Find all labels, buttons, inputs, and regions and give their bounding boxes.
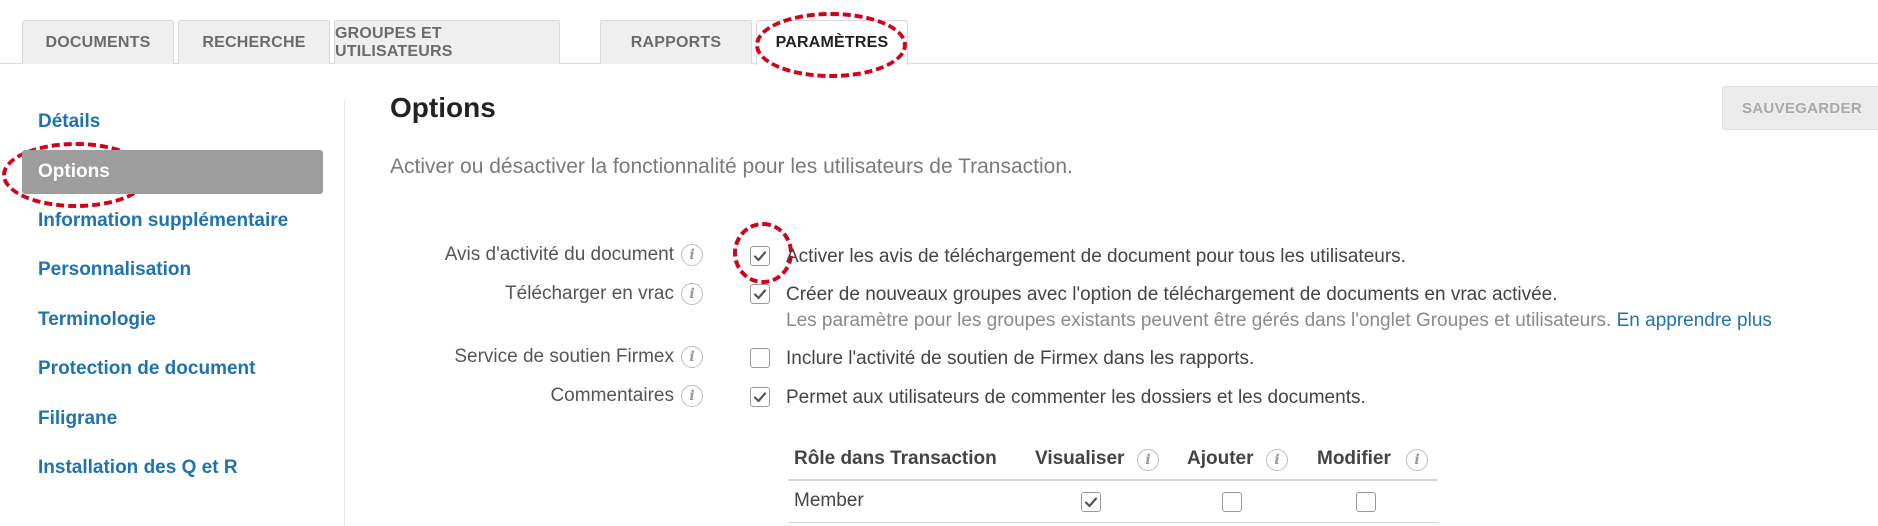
page-title: Options bbox=[390, 92, 496, 123]
table-cell-role: Member bbox=[794, 490, 864, 511]
option-subtext: Les paramètre pour les groupes existants… bbox=[786, 310, 1612, 331]
checkmark-icon bbox=[1084, 497, 1098, 508]
checkmark-icon bbox=[753, 251, 767, 262]
option-label-avis-activite: Avis d'activité du document bbox=[444, 244, 674, 265]
info-icon[interactable]: i bbox=[1137, 449, 1159, 471]
table-header-role: Rôle dans Transaction bbox=[794, 448, 997, 469]
info-icon[interactable]: i bbox=[681, 385, 703, 407]
checkbox-avis-activite[interactable] bbox=[750, 246, 770, 266]
sidebar-item-information-supplementaire[interactable]: Information supplémentaire bbox=[22, 199, 323, 243]
checkbox-member-visualiser[interactable] bbox=[1081, 492, 1101, 512]
table-row-divider bbox=[788, 522, 1438, 523]
tab-documents[interactable]: DOCUMENTS bbox=[22, 20, 174, 64]
table-header-divider bbox=[788, 479, 1438, 481]
sidebar-item-options[interactable]: Options bbox=[22, 150, 323, 194]
info-icon[interactable]: i bbox=[1406, 449, 1428, 471]
page-subtitle: Activer ou désactiver la fonctionnalité … bbox=[390, 155, 1073, 178]
sidebar-item-filigrane[interactable]: Filigrane bbox=[22, 397, 323, 441]
option-label-telecharger-vrac: Télécharger en vrac bbox=[505, 283, 674, 304]
option-subtext-telecharger-vrac: Les paramètre pour les groupes existants… bbox=[786, 310, 1772, 332]
info-icon[interactable]: i bbox=[681, 346, 703, 368]
info-icon[interactable]: i bbox=[1266, 449, 1288, 471]
tab-recherche[interactable]: RECHERCHE bbox=[178, 20, 330, 64]
checkmark-icon bbox=[753, 289, 767, 300]
checkbox-soutien-firmex[interactable] bbox=[750, 348, 770, 368]
option-text-telecharger-vrac: Créer de nouveaux groupes avec l'option … bbox=[786, 284, 1558, 305]
option-text-soutien-firmex: Inclure l'activité de soutien de Firmex … bbox=[786, 348, 1255, 369]
tab-groupes-utilisateurs[interactable]: GROUPES ET UTILISATEURS bbox=[334, 20, 560, 64]
sidebar-item-installation-qr[interactable]: Installation des Q et R bbox=[22, 446, 323, 490]
settings-sidebar: Détails Options Information supplémentai… bbox=[0, 100, 345, 526]
learn-more-link[interactable]: En apprendre plus bbox=[1617, 310, 1772, 331]
table-header-modifier: Modifier bbox=[1317, 448, 1391, 469]
checkbox-member-ajouter[interactable] bbox=[1222, 492, 1242, 512]
info-icon[interactable]: i bbox=[681, 283, 703, 305]
tab-parametres[interactable]: PARAMÈTRES bbox=[756, 20, 908, 65]
checkmark-icon bbox=[753, 392, 767, 403]
main-tab-bar: DOCUMENTS RECHERCHE GROUPES ET UTILISATE… bbox=[0, 0, 1878, 65]
table-header-visualiser: Visualiser bbox=[1035, 448, 1125, 469]
save-button[interactable]: SAUVEGARDER bbox=[1722, 86, 1878, 130]
sidebar-item-personnalisation[interactable]: Personnalisation bbox=[22, 248, 323, 292]
table-header-ajouter: Ajouter bbox=[1187, 448, 1254, 469]
sidebar-item-details[interactable]: Détails bbox=[22, 100, 323, 144]
option-text-avis-activite: Activer les avis de téléchargement de do… bbox=[786, 246, 1406, 267]
tab-rapports[interactable]: RAPPORTS bbox=[600, 20, 752, 64]
option-label-commentaires: Commentaires bbox=[550, 385, 674, 406]
info-icon[interactable]: i bbox=[681, 244, 703, 266]
option-label-soutien-firmex: Service de soutien Firmex bbox=[454, 346, 674, 367]
checkbox-commentaires[interactable] bbox=[750, 387, 770, 407]
sidebar-item-terminologie[interactable]: Terminologie bbox=[22, 298, 323, 342]
checkbox-telecharger-vrac[interactable] bbox=[750, 284, 770, 304]
sidebar-item-protection-document[interactable]: Protection de document bbox=[22, 347, 323, 391]
checkbox-member-modifier[interactable] bbox=[1356, 492, 1376, 512]
option-text-commentaires: Permet aux utilisateurs de commenter les… bbox=[786, 387, 1366, 408]
